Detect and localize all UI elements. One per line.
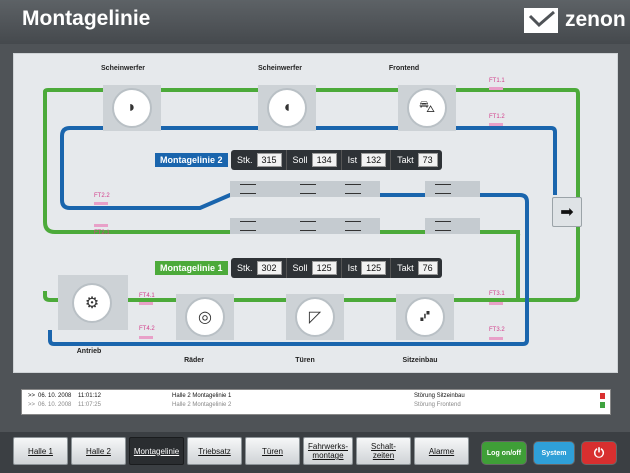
ft-label-2-2: FT2.2 bbox=[94, 193, 110, 199]
nav-drive-train[interactable]: Triebsatz bbox=[187, 437, 242, 465]
ft-label-2-1: FT2.1 bbox=[94, 230, 110, 236]
nav-switch-times[interactable]: Schalt- zeiten bbox=[356, 437, 411, 465]
line2-tag: Montagelinie 2 bbox=[155, 153, 228, 167]
carrier-icon bbox=[345, 221, 361, 231]
nav-hall-2[interactable]: Halle 2 bbox=[71, 437, 126, 465]
nav-alarms[interactable]: Alarme bbox=[414, 437, 469, 465]
ft-marker-3-1 bbox=[489, 302, 503, 305]
ft-label-3-2: FT3.2 bbox=[489, 327, 505, 333]
headlight-icon: ◖ bbox=[267, 88, 307, 128]
line2-actual-value: 132 bbox=[361, 153, 387, 167]
line2-target-label: Soll bbox=[292, 155, 308, 165]
line2-count-label: Stk. bbox=[237, 155, 253, 165]
alarm-list[interactable]: >> 06. 10. 2008 11:01:12 Halle 2 Montage… bbox=[21, 389, 611, 415]
ft-marker-3-2 bbox=[489, 337, 503, 340]
line1-counters: Stk. 302 Soll 125 Ist 125 Takt 76 bbox=[231, 258, 442, 278]
station-label-wheels: Räder bbox=[184, 357, 204, 364]
alarm-status-indicator bbox=[600, 393, 605, 399]
engine-icon: ⚙ bbox=[72, 283, 112, 323]
alarm-status-indicator bbox=[600, 402, 605, 408]
line2-count-value: 315 bbox=[256, 153, 282, 167]
line1-actual-value: 125 bbox=[361, 261, 387, 275]
station-label-doors: Türen bbox=[295, 357, 315, 364]
alarm-mark: >> bbox=[28, 402, 36, 408]
line2-cycle-value: 73 bbox=[417, 153, 438, 167]
conveyor-lower-line1-end bbox=[425, 218, 480, 234]
nav-assembly-line[interactable]: Montagelinie bbox=[129, 437, 184, 465]
line1-tag: Montagelinie 1 bbox=[155, 261, 228, 275]
line2-counters: Stk. 315 Soll 134 Ist 132 Takt 73 bbox=[231, 150, 442, 170]
seat-icon: ⑇ bbox=[405, 297, 445, 337]
station-headlight-1[interactable]: ◗ bbox=[103, 85, 161, 131]
line2-actual-label: Ist bbox=[347, 155, 358, 165]
station-wheels[interactable]: ◎ bbox=[176, 294, 234, 340]
station-label-headlight-1: Scheinwerfer bbox=[101, 65, 145, 72]
carrier-icon bbox=[435, 184, 451, 194]
alarm-source: Halle 2 Montagelinie 2 bbox=[172, 402, 232, 408]
alarm-mark: >> bbox=[28, 393, 36, 399]
line2-cycle-label: Takt bbox=[397, 155, 414, 165]
station-drive[interactable]: ⚙ bbox=[58, 275, 128, 330]
alarm-source: Halle 2 Montagelinie 1 bbox=[172, 393, 232, 399]
ft-marker-1-2 bbox=[489, 123, 503, 126]
line1-actual-label: Ist bbox=[347, 263, 358, 273]
line1-cycle-value: 76 bbox=[417, 261, 438, 275]
line1-count-value: 302 bbox=[256, 261, 282, 275]
ft-marker-4-2 bbox=[139, 336, 153, 339]
nav-doors[interactable]: Türen bbox=[245, 437, 300, 465]
alarm-row[interactable]: >> 06. 10. 2008 11:01:12 Halle 2 Montage… bbox=[22, 392, 610, 401]
alarm-time: 11:01:12 bbox=[78, 393, 101, 399]
line2-target-value: 134 bbox=[311, 153, 337, 167]
headlight-icon: ◗ bbox=[112, 88, 152, 128]
line1-target-label: Soll bbox=[292, 263, 308, 273]
station-label-seat: Sitzeinbau bbox=[402, 357, 438, 364]
alarm-message: Störung Frontend bbox=[414, 402, 461, 408]
station-label-frontend: Frontend bbox=[388, 65, 420, 72]
ft-marker-2-2 bbox=[94, 202, 108, 205]
power-icon: ⏻ bbox=[593, 445, 605, 460]
ft-label-4-1: FT4.1 bbox=[139, 293, 155, 299]
carrier-icon bbox=[345, 184, 361, 194]
line1-target-value: 125 bbox=[311, 261, 337, 275]
carrier-icon bbox=[300, 221, 316, 231]
shutdown-button[interactable]: ⏻ bbox=[581, 441, 617, 465]
ft-label-3-1: FT3.1 bbox=[489, 291, 505, 297]
arrow-right-icon: ➡ bbox=[560, 204, 574, 221]
line1-cycle-label: Takt bbox=[397, 263, 414, 273]
station-doors[interactable]: ◸ bbox=[286, 294, 344, 340]
ft-label-4-2: FT4.2 bbox=[139, 326, 155, 332]
alarm-row[interactable]: >> 06. 10. 2008 11:07:25 Halle 2 Montage… bbox=[22, 401, 610, 410]
conveyor-upper-line2-end bbox=[425, 181, 480, 197]
ft-marker-1-1 bbox=[489, 87, 503, 90]
line1-count-label: Stk. bbox=[237, 263, 253, 273]
system-button[interactable]: System bbox=[533, 441, 575, 465]
wheels-icon: ◎ bbox=[185, 297, 225, 337]
alarm-message: Störung Sitzeinbau bbox=[414, 393, 465, 399]
station-headlight-2[interactable]: ◖ bbox=[258, 85, 316, 131]
station-seat[interactable]: ⑇ bbox=[396, 294, 454, 340]
car-front-icon: ⛍ bbox=[407, 88, 447, 128]
ft-label-1-1: FT1.1 bbox=[489, 78, 505, 84]
alarm-time: 11:07:25 bbox=[78, 402, 101, 408]
ft-label-1-2: FT1.2 bbox=[489, 114, 505, 120]
next-line-button[interactable]: ➡ bbox=[552, 197, 582, 227]
carrier-icon bbox=[300, 184, 316, 194]
ft-marker-2-1 bbox=[94, 224, 108, 227]
station-frontend[interactable]: ⛍ bbox=[398, 85, 456, 131]
nav-chassis-assembly[interactable]: Fahrwerks- montage bbox=[303, 437, 353, 465]
alarm-date: 06. 10. 2008 bbox=[38, 393, 72, 399]
station-label-headlight-2: Scheinwerfer bbox=[258, 65, 302, 72]
alarm-date: 06. 10. 2008 bbox=[38, 402, 72, 408]
carrier-icon bbox=[435, 221, 451, 231]
station-label-drive: Antrieb bbox=[76, 348, 102, 355]
carrier-icon bbox=[240, 184, 256, 194]
door-icon: ◸ bbox=[295, 297, 335, 337]
carrier-icon bbox=[240, 221, 256, 231]
ft-marker-4-1 bbox=[139, 302, 153, 305]
nav-hall-1[interactable]: Halle 1 bbox=[13, 437, 68, 465]
login-button[interactable]: Log on/off bbox=[481, 441, 527, 465]
